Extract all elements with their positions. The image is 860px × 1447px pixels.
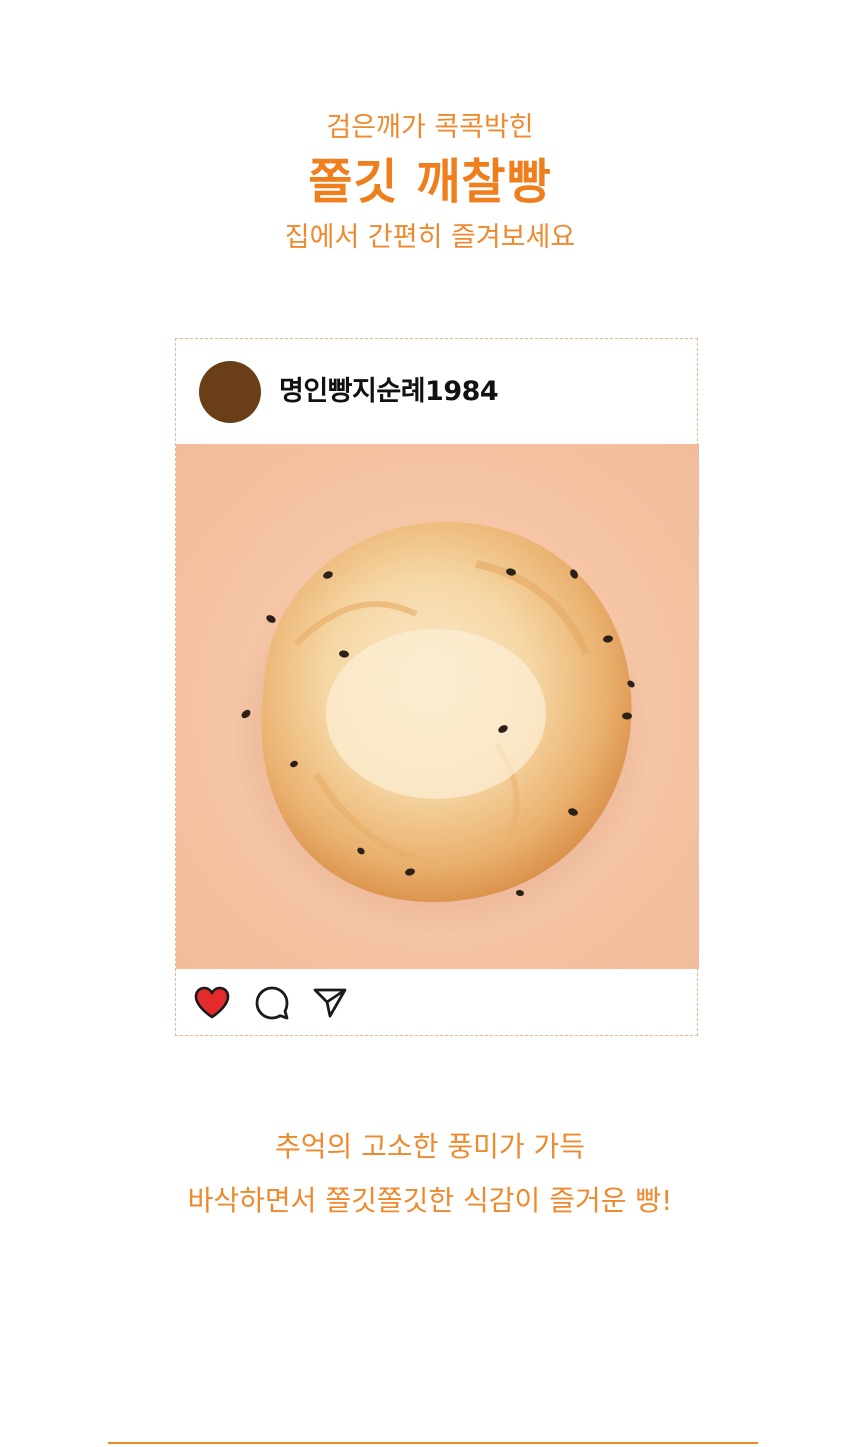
post-actions — [176, 969, 697, 1035]
outro-line-1: 추억의 고소한 풍미가 가득 — [274, 1130, 586, 1163]
intro-subtitle: 검은깨가 콕콕박힌 — [326, 112, 534, 143]
product-title: 쫄깃 깨찰빵 — [308, 154, 552, 210]
heart-icon[interactable] — [192, 983, 232, 1023]
send-icon[interactable] — [310, 983, 350, 1023]
comment-icon[interactable] — [252, 983, 292, 1023]
bottom-divider — [108, 1442, 758, 1444]
post-photo — [176, 444, 699, 969]
bread-photo-image — [176, 444, 699, 969]
outro-line-2: 바삭하면서 쫄깃쫄깃한 식감이 즐거운 빵! — [187, 1184, 673, 1217]
avatar[interactable] — [199, 361, 261, 423]
post-header: 명인빵지순례1984 — [176, 339, 697, 443]
outro-description: 추억의 고소한 풍미가 가득 바삭하면서 쫄깃쫄깃한 식감이 즐거운 빵! — [0, 1120, 860, 1228]
username[interactable]: 명인빵지순례1984 — [279, 372, 499, 412]
intro-heading: 검은깨가 콕콕박힌 쫄깃 깨찰빵 집에서 간편히 즐겨보세요 — [0, 108, 860, 258]
intro-tagline: 집에서 간편히 즐겨보세요 — [284, 222, 576, 253]
instagram-style-post: 명인빵지순례1984 — [175, 338, 699, 1036]
